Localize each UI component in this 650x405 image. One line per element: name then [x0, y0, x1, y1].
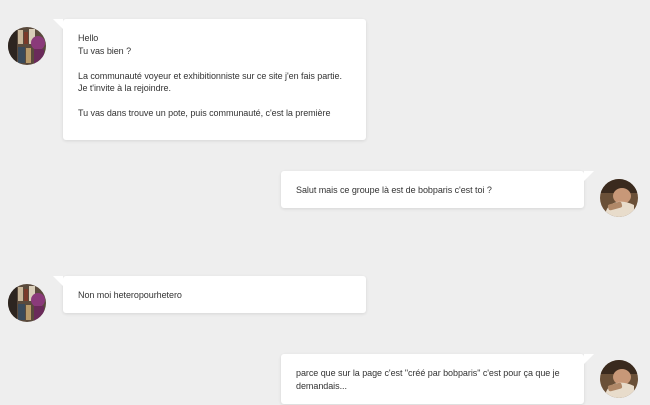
user-avatar[interactable] — [600, 360, 638, 398]
message-bubble-sent: parce que sur la page c'est "créé par bo… — [281, 354, 594, 404]
message-bubble-received: Hello Tu vas bien ? La communauté voyeur… — [53, 19, 366, 140]
person-photo-avatar-icon — [600, 179, 638, 217]
message-bubble-received: Non moi heteropourhetero — [53, 276, 366, 313]
contact-avatar[interactable] — [8, 284, 46, 322]
person-photo-avatar-icon — [600, 360, 638, 398]
message-bubble-sent: Salut mais ce groupe là est de bobparis … — [281, 171, 594, 208]
contact-avatar[interactable] — [8, 27, 46, 65]
user-avatar[interactable] — [600, 179, 638, 217]
bookshelf-avatar-icon — [8, 27, 46, 65]
bookshelf-avatar-icon — [8, 284, 46, 322]
